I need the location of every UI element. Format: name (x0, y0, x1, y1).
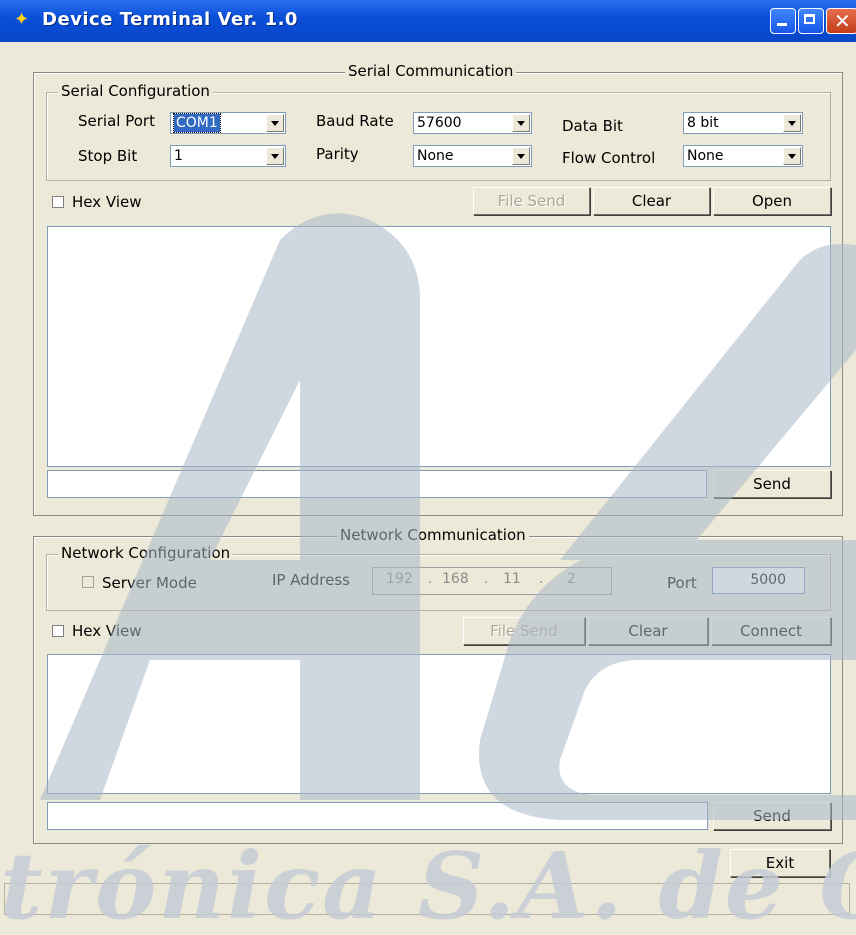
network-hex-view-label: Hex View (72, 622, 142, 640)
maximize-button[interactable] (798, 8, 824, 34)
server-mode-checkbox[interactable] (82, 576, 94, 588)
network-send-input[interactable] (47, 802, 708, 830)
serial-open-button[interactable]: Open (713, 187, 831, 215)
ip-octet-1[interactable]: 192 (386, 571, 413, 587)
chevron-down-icon[interactable] (512, 114, 530, 132)
stop-bit-label: Stop Bit (78, 147, 138, 165)
parity-label: Parity (316, 145, 359, 163)
serial-file-send-button[interactable]: File Send (473, 187, 590, 215)
port-input[interactable]: 5000 (712, 567, 805, 594)
chevron-down-icon[interactable] (266, 147, 284, 165)
minimize-icon (777, 23, 787, 26)
close-icon: ✕ (834, 9, 851, 33)
serial-send-button[interactable]: Send (713, 470, 831, 498)
stop-bit-select[interactable]: 1 (170, 145, 286, 167)
serial-configuration-group (46, 92, 831, 181)
watermark-text: trónica S.A. de C (0, 838, 856, 935)
chevron-down-icon[interactable] (512, 147, 530, 165)
ip-address-label: IP Address (272, 571, 350, 589)
ip-octet-3[interactable]: 11 (503, 571, 521, 587)
chevron-down-icon[interactable] (783, 147, 801, 165)
serial-hex-view-label: Hex View (72, 193, 142, 211)
serial-communication-title: Serial Communication (345, 62, 517, 80)
baud-rate-label: Baud Rate (316, 112, 394, 130)
network-clear-button[interactable]: Clear (588, 617, 708, 645)
ip-dot: . (484, 571, 489, 587)
network-communication-title: Network Communication (337, 526, 529, 544)
parity-select[interactable]: None (413, 145, 532, 167)
serial-port-select[interactable]: COM1 (170, 112, 286, 134)
serial-send-input[interactable] (47, 470, 707, 498)
app-icon: ✦ (14, 9, 30, 30)
stop-bit-value: 1 (174, 148, 183, 164)
ip-dot: . (539, 571, 544, 587)
data-bit-select[interactable]: 8 bit (683, 112, 803, 134)
chevron-down-icon[interactable] (783, 114, 801, 132)
ip-octet-2[interactable]: 168 (442, 571, 469, 587)
network-connect-button[interactable]: Connect (711, 617, 831, 645)
minimize-button[interactable] (770, 8, 796, 34)
server-mode-label: Server Mode (102, 574, 197, 592)
flow-control-label: Flow Control (562, 149, 656, 167)
serial-port-value: COM1 (173, 113, 221, 133)
ip-address-field[interactable]: 192 . 168 . 11 . 2 (372, 567, 612, 595)
chevron-down-icon[interactable] (266, 114, 284, 132)
ip-octet-4[interactable]: 2 (567, 571, 576, 587)
network-file-send-button[interactable]: File Send (463, 617, 585, 645)
title-bar[interactable]: ✦ Device Terminal Ver. 1.0 ✕ (0, 0, 856, 42)
network-hex-view-checkbox[interactable] (52, 625, 64, 637)
serial-output-area[interactable] (47, 226, 831, 467)
close-button[interactable]: ✕ (826, 8, 856, 34)
window-title: Device Terminal Ver. 1.0 (42, 9, 298, 30)
network-configuration-title: Network Configuration (58, 544, 234, 562)
network-send-button[interactable]: Send (713, 802, 831, 830)
serial-clear-button[interactable]: Clear (593, 187, 710, 215)
baud-rate-select[interactable]: 57600 (413, 112, 532, 134)
network-output-area[interactable] (47, 654, 831, 794)
ip-dot: . (428, 571, 433, 587)
serial-port-label: Serial Port (78, 112, 155, 130)
flow-control-select[interactable]: None (683, 145, 803, 167)
port-label: Port (667, 574, 697, 592)
serial-configuration-title: Serial Configuration (58, 82, 213, 100)
flow-control-value: None (687, 148, 724, 164)
data-bit-label: Data Bit (562, 117, 623, 135)
data-bit-value: 8 bit (687, 115, 719, 131)
app-window: ✦ Device Terminal Ver. 1.0 ✕ Serial Comm… (0, 0, 856, 935)
serial-hex-view-checkbox[interactable] (52, 196, 64, 208)
port-value: 5000 (750, 572, 786, 588)
parity-value: None (417, 148, 454, 164)
baud-rate-value: 57600 (417, 115, 462, 131)
maximize-icon (804, 14, 815, 24)
